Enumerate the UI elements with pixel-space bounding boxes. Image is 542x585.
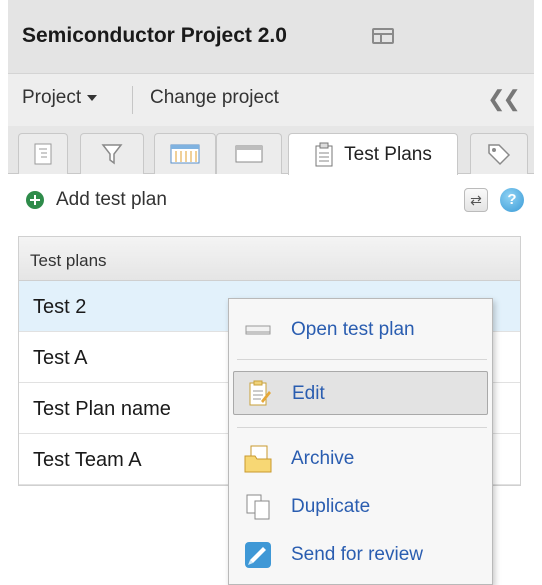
duplicate-icon — [246, 494, 270, 520]
project-menu-button[interactable]: Project — [22, 87, 98, 109]
open-plan-icon — [245, 325, 271, 335]
menu-item-send-for-review[interactable]: Send for review — [233, 533, 488, 577]
menu-item-label: Open test plan — [291, 319, 415, 340]
tab-tags[interactable] — [470, 133, 528, 174]
window-icon[interactable] — [372, 28, 394, 44]
tab-test-plans-label: Test Plans — [344, 143, 432, 165]
panel-icon — [235, 145, 263, 163]
tab-bar: Test Plans — [8, 126, 534, 175]
archive-icon — [244, 445, 272, 473]
menu-item-label: Send for review — [291, 544, 424, 565]
clipboard-icon — [315, 142, 333, 166]
menu-item-label: Duplicate — [291, 496, 371, 517]
tab-panel[interactable] — [216, 133, 282, 174]
menu-divider — [237, 359, 487, 360]
project-title: Semiconductor Project 2.0 — [22, 24, 287, 47]
add-test-plan-button[interactable]: Add test plan — [56, 189, 167, 211]
calendar-grid-icon — [170, 144, 200, 164]
caret-down-icon — [87, 94, 98, 101]
tab-test-plans[interactable]: Test Plans — [288, 133, 458, 175]
menu-item-duplicate[interactable]: Duplicate — [233, 485, 488, 529]
tag-icon — [488, 144, 511, 166]
help-icon[interactable]: ? — [500, 188, 524, 212]
menu-item-edit[interactable]: Edit — [233, 371, 488, 415]
menu-item-archive[interactable]: Archive — [233, 437, 488, 481]
filter-icon — [101, 144, 123, 165]
menu-divider — [237, 427, 487, 428]
project-toolbar: Project Change project ❮❮ — [8, 74, 534, 126]
edit-icon — [249, 380, 271, 406]
tab-calendar[interactable] — [154, 133, 216, 174]
tree-list-icon — [34, 143, 52, 165]
app-header: Semiconductor Project 2.0 — [8, 0, 534, 74]
change-project-button[interactable]: Change project — [150, 87, 279, 109]
send-review-icon — [245, 542, 271, 568]
menu-item-label: Edit — [292, 383, 325, 404]
context-menu: Open test plan Edit Archive Duplicate Se… — [228, 298, 493, 585]
add-circle-icon[interactable] — [26, 191, 44, 209]
double-chevron-left-icon[interactable]: ❮❮ — [487, 86, 521, 112]
toolbar-divider — [132, 86, 133, 114]
tab-filter[interactable] — [80, 133, 144, 174]
menu-item-open-test-plan[interactable]: Open test plan — [233, 308, 488, 352]
action-bar: Add test plan ⇄ ? — [8, 175, 534, 225]
menu-item-label: Archive — [291, 448, 355, 469]
refresh-icon[interactable]: ⇄ — [464, 188, 488, 212]
tab-tree[interactable] — [18, 133, 68, 174]
column-header-test-plans[interactable]: Test plans — [19, 237, 520, 281]
project-menu-label: Project — [22, 87, 82, 108]
